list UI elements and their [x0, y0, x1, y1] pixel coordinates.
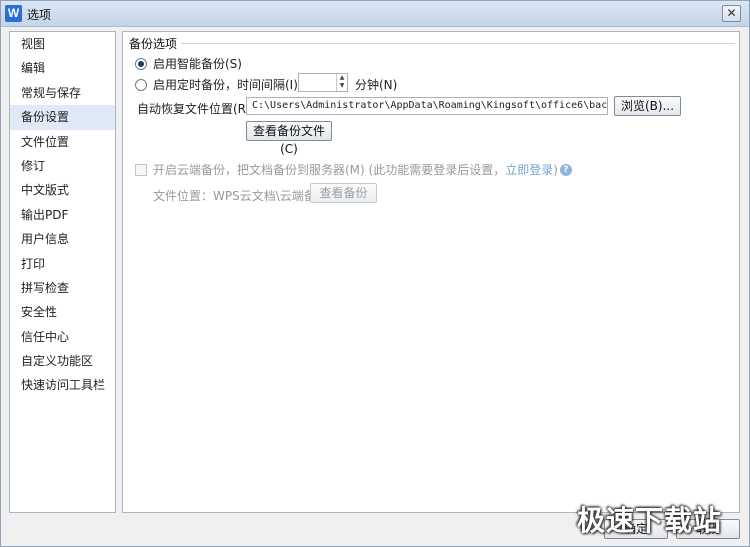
sidebar-item-customize-ribbon[interactable]: 自定义功能区	[10, 349, 115, 373]
view-cloud-backup-button[interactable]: 查看备份	[310, 183, 377, 203]
login-now-link[interactable]: 立即登录	[505, 161, 553, 178]
cloud-backup-label: 开启云端备份，把文档备份到服务器(M) (此功能需要登录后设置，	[153, 163, 506, 177]
browse-button[interactable]: 浏览(B)...	[614, 96, 681, 116]
stepper-up-icon[interactable]: ▲	[337, 74, 347, 82]
cloud-backup-path-label: 文件位置：WPS云文档\云端备份	[153, 189, 328, 203]
sidebar-item-quick-access-toolbar[interactable]: 快速访问工具栏	[10, 373, 115, 397]
sidebar-item-trust-center[interactable]: 信任中心	[10, 325, 115, 349]
sidebar-item-backup-settings[interactable]: 备份设置	[10, 105, 115, 130]
smart-backup-label: 启用智能备份(S)	[153, 57, 242, 71]
sidebar-item-spell-check[interactable]: 拼写检查	[10, 276, 115, 300]
options-sidebar: 视图 编辑 常规与保存 备份设置 文件位置 修订 中文版式 输出PDF 用户信息…	[9, 31, 116, 513]
recovery-path-label: 自动恢复文件位置(R):	[137, 102, 255, 116]
backup-settings-panel: 备份选项 启用智能备份(S) 启用定时备份，时间间隔(I): ▲ ▼ 分钟(N)…	[122, 31, 740, 513]
sidebar-item-security[interactable]: 安全性	[10, 300, 115, 324]
cloud-backup-label-end: )	[553, 162, 558, 177]
sidebar-item-chinese-layout[interactable]: 中文版式	[10, 178, 115, 202]
options-dialog: W 选项 ✕ 视图 编辑 常规与保存 备份设置 文件位置 修订 中文版式 输出P…	[0, 0, 750, 547]
stepper-buttons: ▲ ▼	[336, 74, 347, 91]
cloud-backup-option[interactable]: 开启云端备份，把文档备份到服务器(M) (此功能需要登录后设置， 立即登录 ) …	[135, 161, 572, 178]
backup-options-group-title: 备份选项	[129, 35, 182, 52]
close-button[interactable]: ✕	[722, 5, 741, 22]
view-backup-files-button[interactable]: 查看备份文件(C)	[246, 121, 332, 156]
sidebar-item-user-info[interactable]: 用户信息	[10, 227, 115, 251]
backup-interval-stepper[interactable]: ▲ ▼	[298, 73, 348, 92]
interval-unit-label: 分钟(N)	[355, 78, 398, 92]
stepper-down-icon[interactable]: ▼	[337, 82, 347, 90]
timed-backup-radio[interactable]	[135, 78, 147, 91]
sidebar-item-track-changes[interactable]: 修订	[10, 154, 115, 178]
sidebar-item-edit[interactable]: 编辑	[10, 56, 115, 80]
title-bar[interactable]: W 选项 ✕	[1, 1, 749, 27]
timed-backup-label: 启用定时备份，时间间隔(I):	[153, 78, 302, 92]
recovery-path-input[interactable]: C:\Users\Administrator\AppData\Roaming\K…	[246, 97, 608, 115]
sidebar-item-general-save[interactable]: 常规与保存	[10, 81, 115, 105]
cloud-backup-checkbox[interactable]	[135, 163, 147, 176]
window-title: 选项	[27, 8, 52, 22]
sidebar-item-view[interactable]: 视图	[10, 32, 115, 56]
wps-writer-icon: W	[5, 5, 22, 22]
sidebar-item-export-pdf[interactable]: 输出PDF	[10, 203, 115, 227]
help-icon[interactable]: ?	[559, 163, 572, 176]
sidebar-item-file-locations[interactable]: 文件位置	[10, 130, 115, 154]
group-divider	[179, 43, 735, 44]
smart-backup-option[interactable]: 启用智能备份(S)	[135, 55, 242, 72]
timed-backup-option[interactable]: 启用定时备份，时间间隔(I):	[135, 76, 302, 93]
sidebar-item-print[interactable]: 打印	[10, 252, 115, 276]
smart-backup-radio[interactable]	[135, 57, 147, 70]
watermark-text: 极速下载站	[577, 504, 723, 537]
